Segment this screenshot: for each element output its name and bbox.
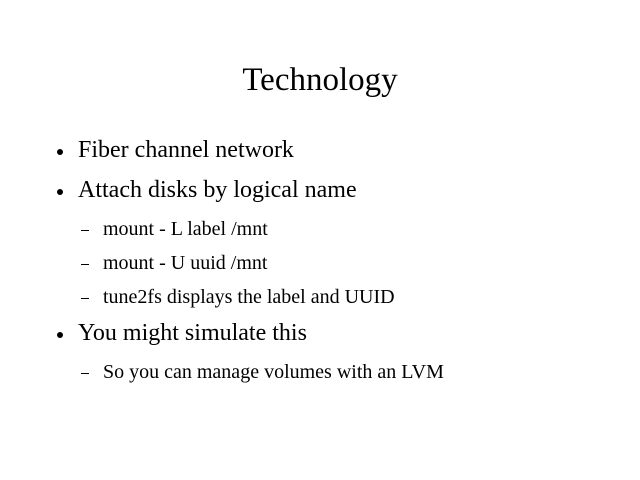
sub-bullet-text: tune2fs displays the label and UUID [103, 286, 395, 308]
bullet-dot-icon [54, 176, 66, 204]
dash-icon [79, 285, 91, 309]
bullet-dot-icon [54, 136, 66, 164]
sub-bullet-item: mount - U uuid /mnt [81, 251, 268, 275]
slide-title: Technology [242, 62, 398, 98]
sub-bullet-item: So you can manage volumes with an LVM [81, 360, 444, 384]
sub-bullet-text: mount - L label /mnt [103, 218, 268, 240]
dash-icon [79, 360, 91, 384]
bullet-dot-icon [54, 319, 66, 347]
sub-bullet-item: mount - L label /mnt [81, 217, 268, 241]
bullet-item: You might simulate this [57, 319, 307, 347]
bullet-item: Attach disks by logical name [57, 176, 357, 204]
bullet-text: Attach disks by logical name [78, 177, 357, 203]
sub-bullet-text: mount - U uuid /mnt [103, 252, 268, 274]
sub-bullet-item: tune2fs displays the label and UUID [81, 285, 395, 309]
bullet-item: Fiber channel network [57, 136, 294, 164]
dash-icon [79, 251, 91, 275]
dash-icon [79, 217, 91, 241]
sub-bullet-text: So you can manage volumes with an LVM [103, 361, 444, 383]
bullet-text: Fiber channel network [78, 137, 294, 163]
bullet-text: You might simulate this [78, 320, 307, 346]
slide: Technology Fiber channel network Attach … [0, 0, 640, 480]
